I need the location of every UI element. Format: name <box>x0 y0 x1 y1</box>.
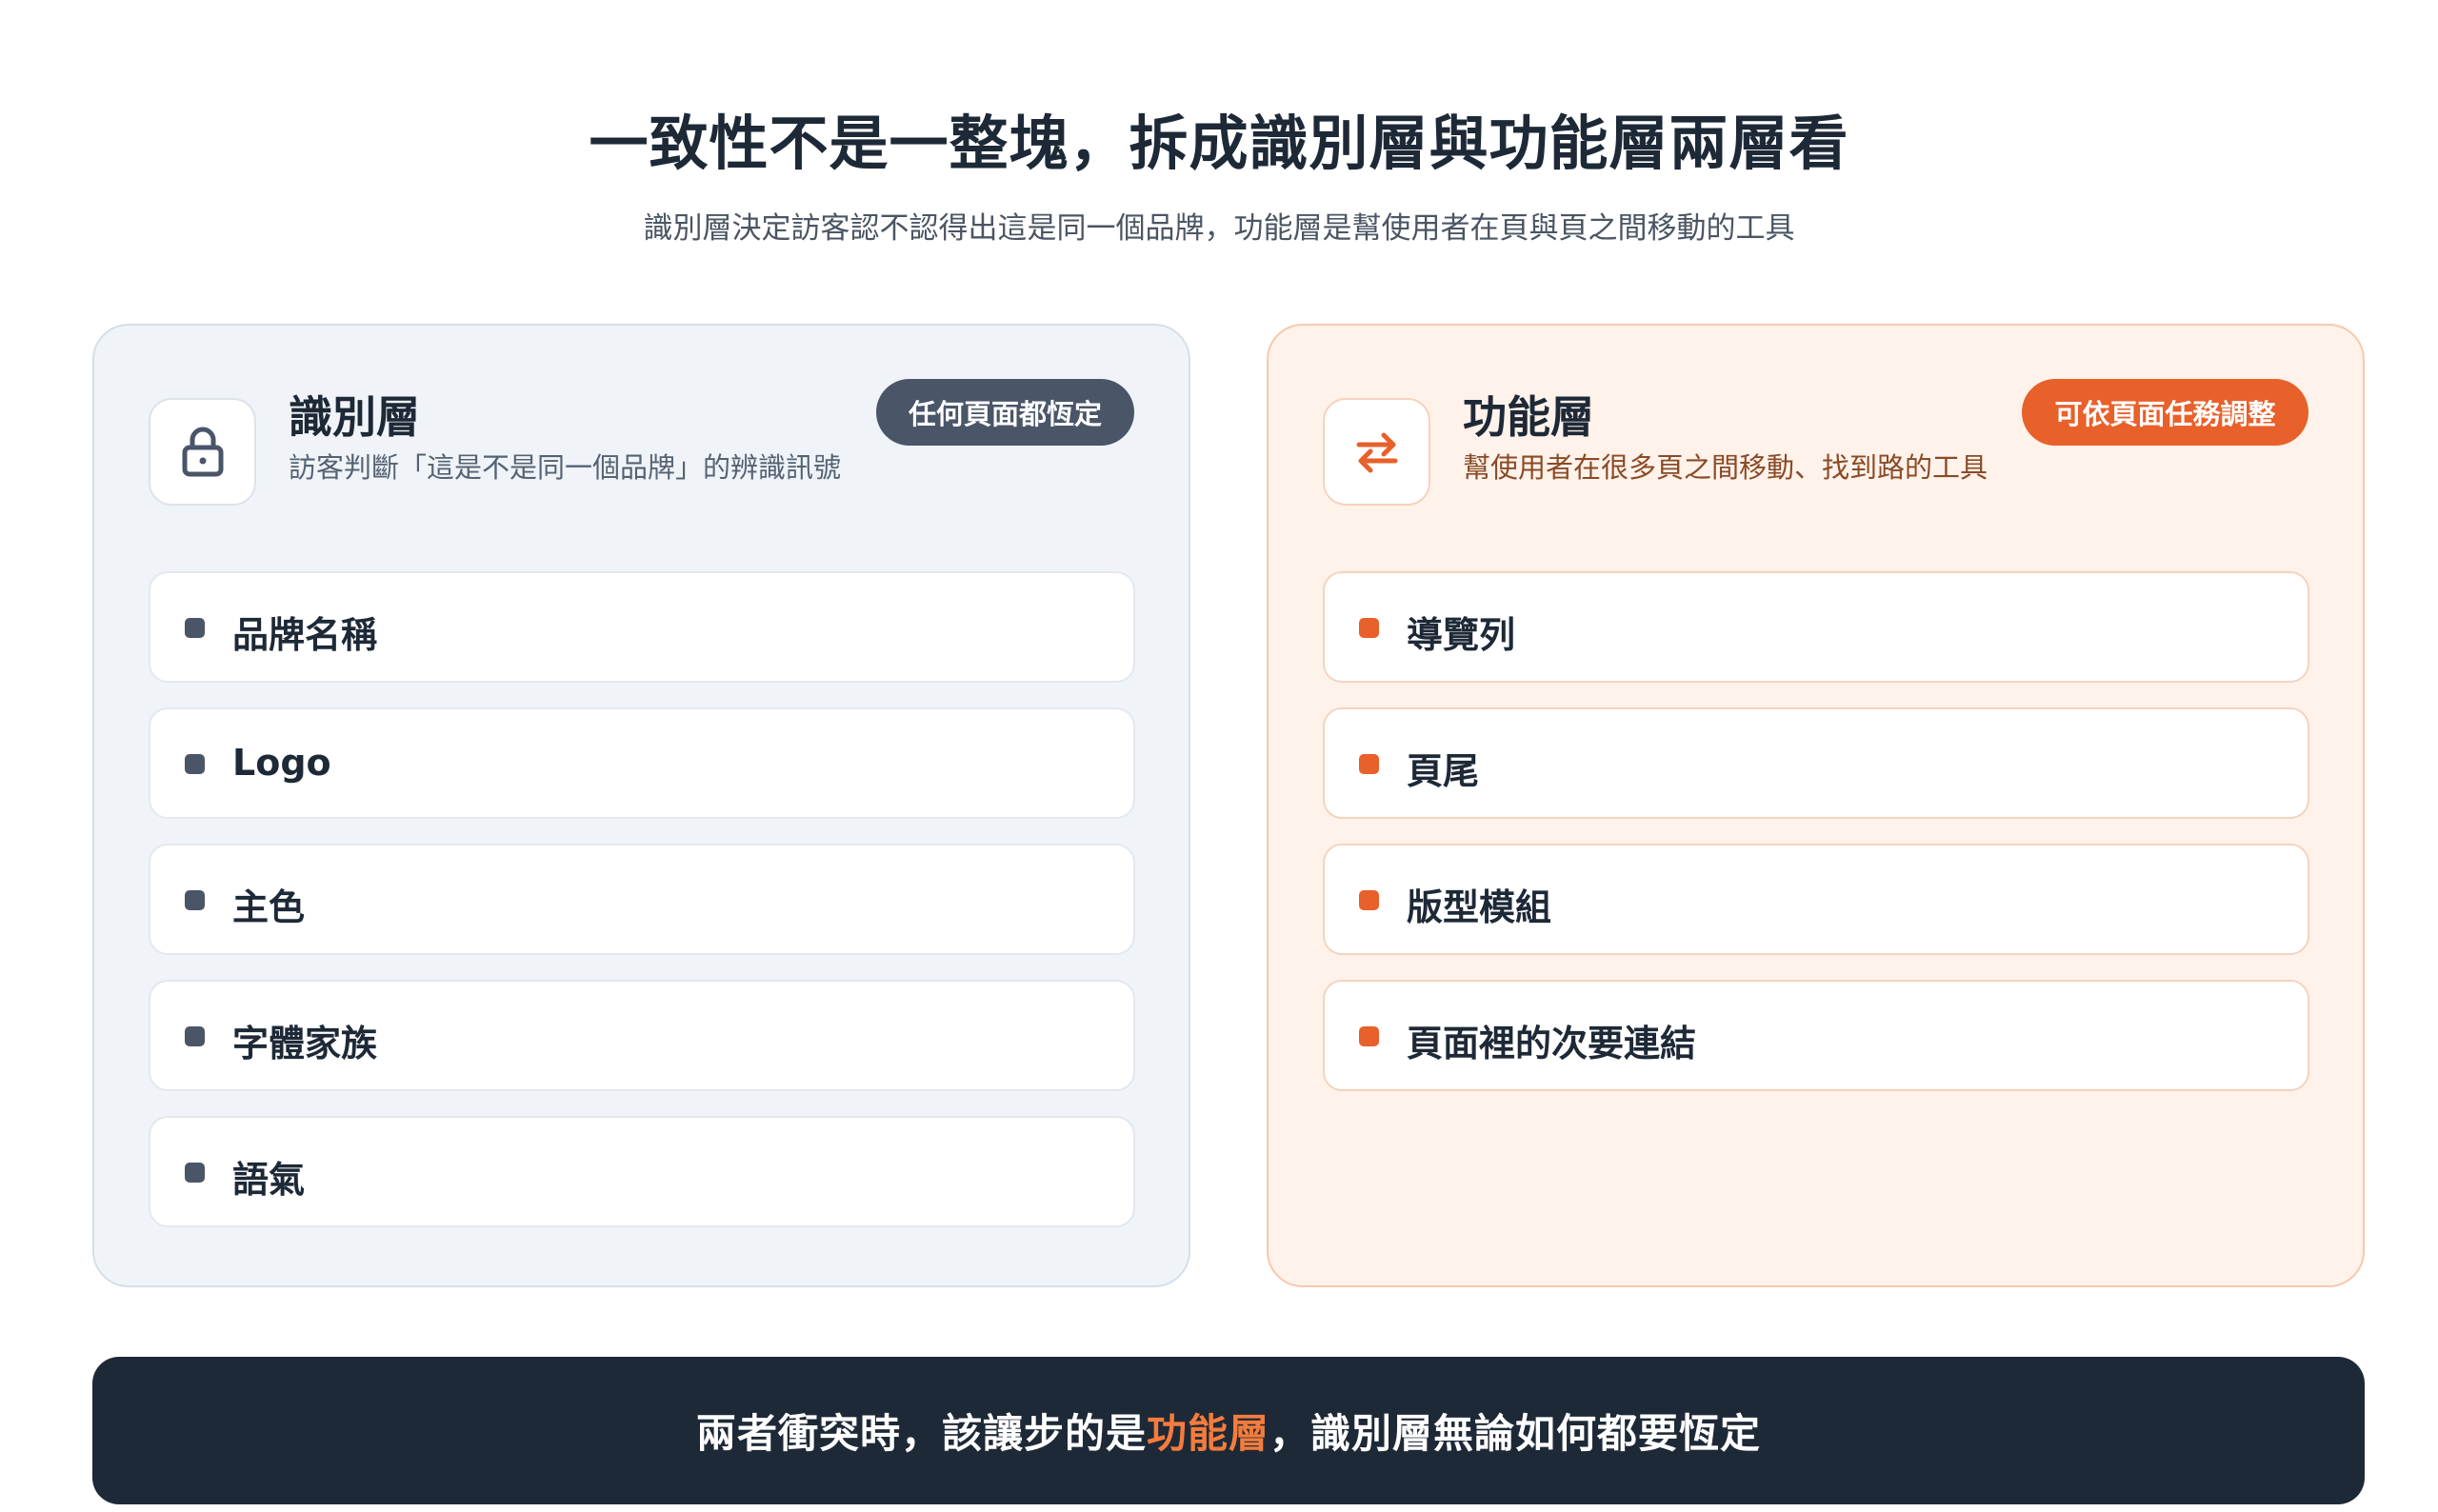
item-label: 頁面裡的次要連結 <box>1407 1023 1697 1064</box>
function-layer-panel: 功能層 幫使用者在很多頁之間移動、找到路的工具 可依頁面任務調整 導覽列 頁尾 … <box>1267 324 2365 1287</box>
banner-suffix: ，識別層無論如何都要恆定 <box>1269 1410 1762 1457</box>
bullet-icon <box>185 890 205 910</box>
item-label: 字體家族 <box>232 1023 378 1064</box>
item-label: 語氣 <box>232 1159 306 1201</box>
identity-icon-box <box>149 398 256 506</box>
function-item-list: 導覽列 頁尾 版型模組 頁面裡的次要連結 <box>1323 571 2309 1116</box>
bullet-icon <box>1359 1026 1379 1046</box>
item-label: 導覽列 <box>1407 614 1516 656</box>
item-label: 主色 <box>232 886 306 928</box>
identity-badge: 任何頁面都恆定 <box>876 379 1134 446</box>
list-item: 版型模組 <box>1323 844 2309 955</box>
bullet-icon <box>185 1026 205 1046</box>
bullet-icon <box>185 1163 205 1183</box>
bullet-icon <box>1359 618 1379 638</box>
identity-item-list: 品牌名稱 Logo 主色 字體家族 語氣 <box>149 571 1135 1252</box>
item-label: 版型模組 <box>1407 886 1552 928</box>
function-icon-box <box>1323 398 1430 506</box>
list-item: 主色 <box>149 844 1135 955</box>
function-badge: 可依頁面任務調整 <box>2022 379 2308 446</box>
list-item: 導覽列 <box>1323 571 2309 683</box>
list-item: Logo <box>149 707 1135 819</box>
list-item: 品牌名稱 <box>149 571 1135 683</box>
bullet-icon <box>185 618 205 638</box>
bullet-icon <box>1359 890 1379 910</box>
item-label: Logo <box>232 742 331 784</box>
list-item: 頁面裡的次要連結 <box>1323 980 2309 1091</box>
lock-icon <box>182 427 223 476</box>
banner-prefix: 兩者衝突時，該讓步的是 <box>695 1410 1147 1457</box>
identity-description: 訪客判斷「這是不是同一個品牌」的辨識訊號 <box>289 451 842 484</box>
item-label: 頁尾 <box>1407 750 1480 792</box>
conclusion-banner: 兩者衝突時，該讓步的是 功能層 ，識別層無論如何都要恆定 <box>92 1357 2365 1504</box>
list-item: 語氣 <box>149 1116 1135 1227</box>
list-item: 頁尾 <box>1323 707 2309 819</box>
page-title: 一致性不是一整塊，拆成識別層與功能層兩層看 <box>589 109 1849 178</box>
bullet-icon <box>185 754 205 774</box>
function-description: 幫使用者在很多頁之間移動、找到路的工具 <box>1463 451 1988 484</box>
swap-arrows-icon <box>1356 432 1397 472</box>
list-item: 字體家族 <box>149 980 1135 1091</box>
identity-layer-panel: 識別層 訪客判斷「這是不是同一個品牌」的辨識訊號 任何頁面都恆定 品牌名稱 Lo… <box>92 324 1190 1287</box>
bullet-icon <box>1359 754 1379 774</box>
banner-highlight: 功能層 <box>1146 1410 1269 1457</box>
item-label: 品牌名稱 <box>232 614 378 656</box>
identity-title: 識別層 <box>289 391 420 443</box>
function-title: 功能層 <box>1463 391 1594 443</box>
page-subtitle: 識別層決定訪客認不認得出這是同一個品牌，功能層是幫使用者在頁與頁之間移動的工具 <box>643 211 1795 246</box>
